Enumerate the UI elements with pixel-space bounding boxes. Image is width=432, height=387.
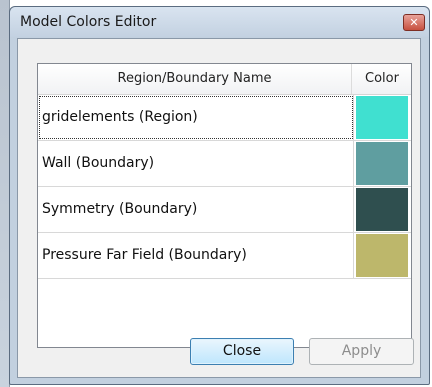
table-header: Region/Boundary Name Color (38, 64, 411, 95)
region-name-cell[interactable]: Pressure Far Field (Boundary) (38, 233, 354, 278)
table-row[interactable]: Wall (Boundary) (38, 141, 411, 187)
dialog-body: Region/Boundary Name Color gridelements … (17, 38, 421, 378)
close-button[interactable]: Close (190, 338, 294, 365)
table-row[interactable]: gridelements (Region) (38, 95, 411, 141)
close-window-icon[interactable]: ✕ (403, 14, 425, 31)
title-bar[interactable]: Model Colors Editor ✕ (10, 7, 429, 37)
color-swatch[interactable] (356, 188, 408, 231)
region-name-cell[interactable]: Wall (Boundary) (38, 141, 354, 186)
table-row[interactable]: Pressure Far Field (Boundary) (38, 233, 411, 279)
apply-button[interactable]: Apply (309, 338, 414, 365)
region-name-cell[interactable]: Symmetry (Boundary) (38, 187, 354, 232)
color-swatch[interactable] (356, 234, 408, 277)
window-title: Model Colors Editor (20, 14, 157, 30)
model-colors-editor-dialog: Model Colors Editor ✕ Region/Boundary Na… (9, 6, 430, 385)
region-name-cell[interactable]: gridelements (Region) (38, 95, 354, 140)
column-header-name[interactable]: Region/Boundary Name (38, 64, 352, 94)
color-swatch[interactable] (356, 96, 408, 139)
column-header-color[interactable]: Color (353, 64, 411, 94)
colors-table: Region/Boundary Name Color gridelements … (37, 63, 412, 348)
color-swatch[interactable] (356, 142, 408, 185)
table-row[interactable]: Symmetry (Boundary) (38, 187, 411, 233)
